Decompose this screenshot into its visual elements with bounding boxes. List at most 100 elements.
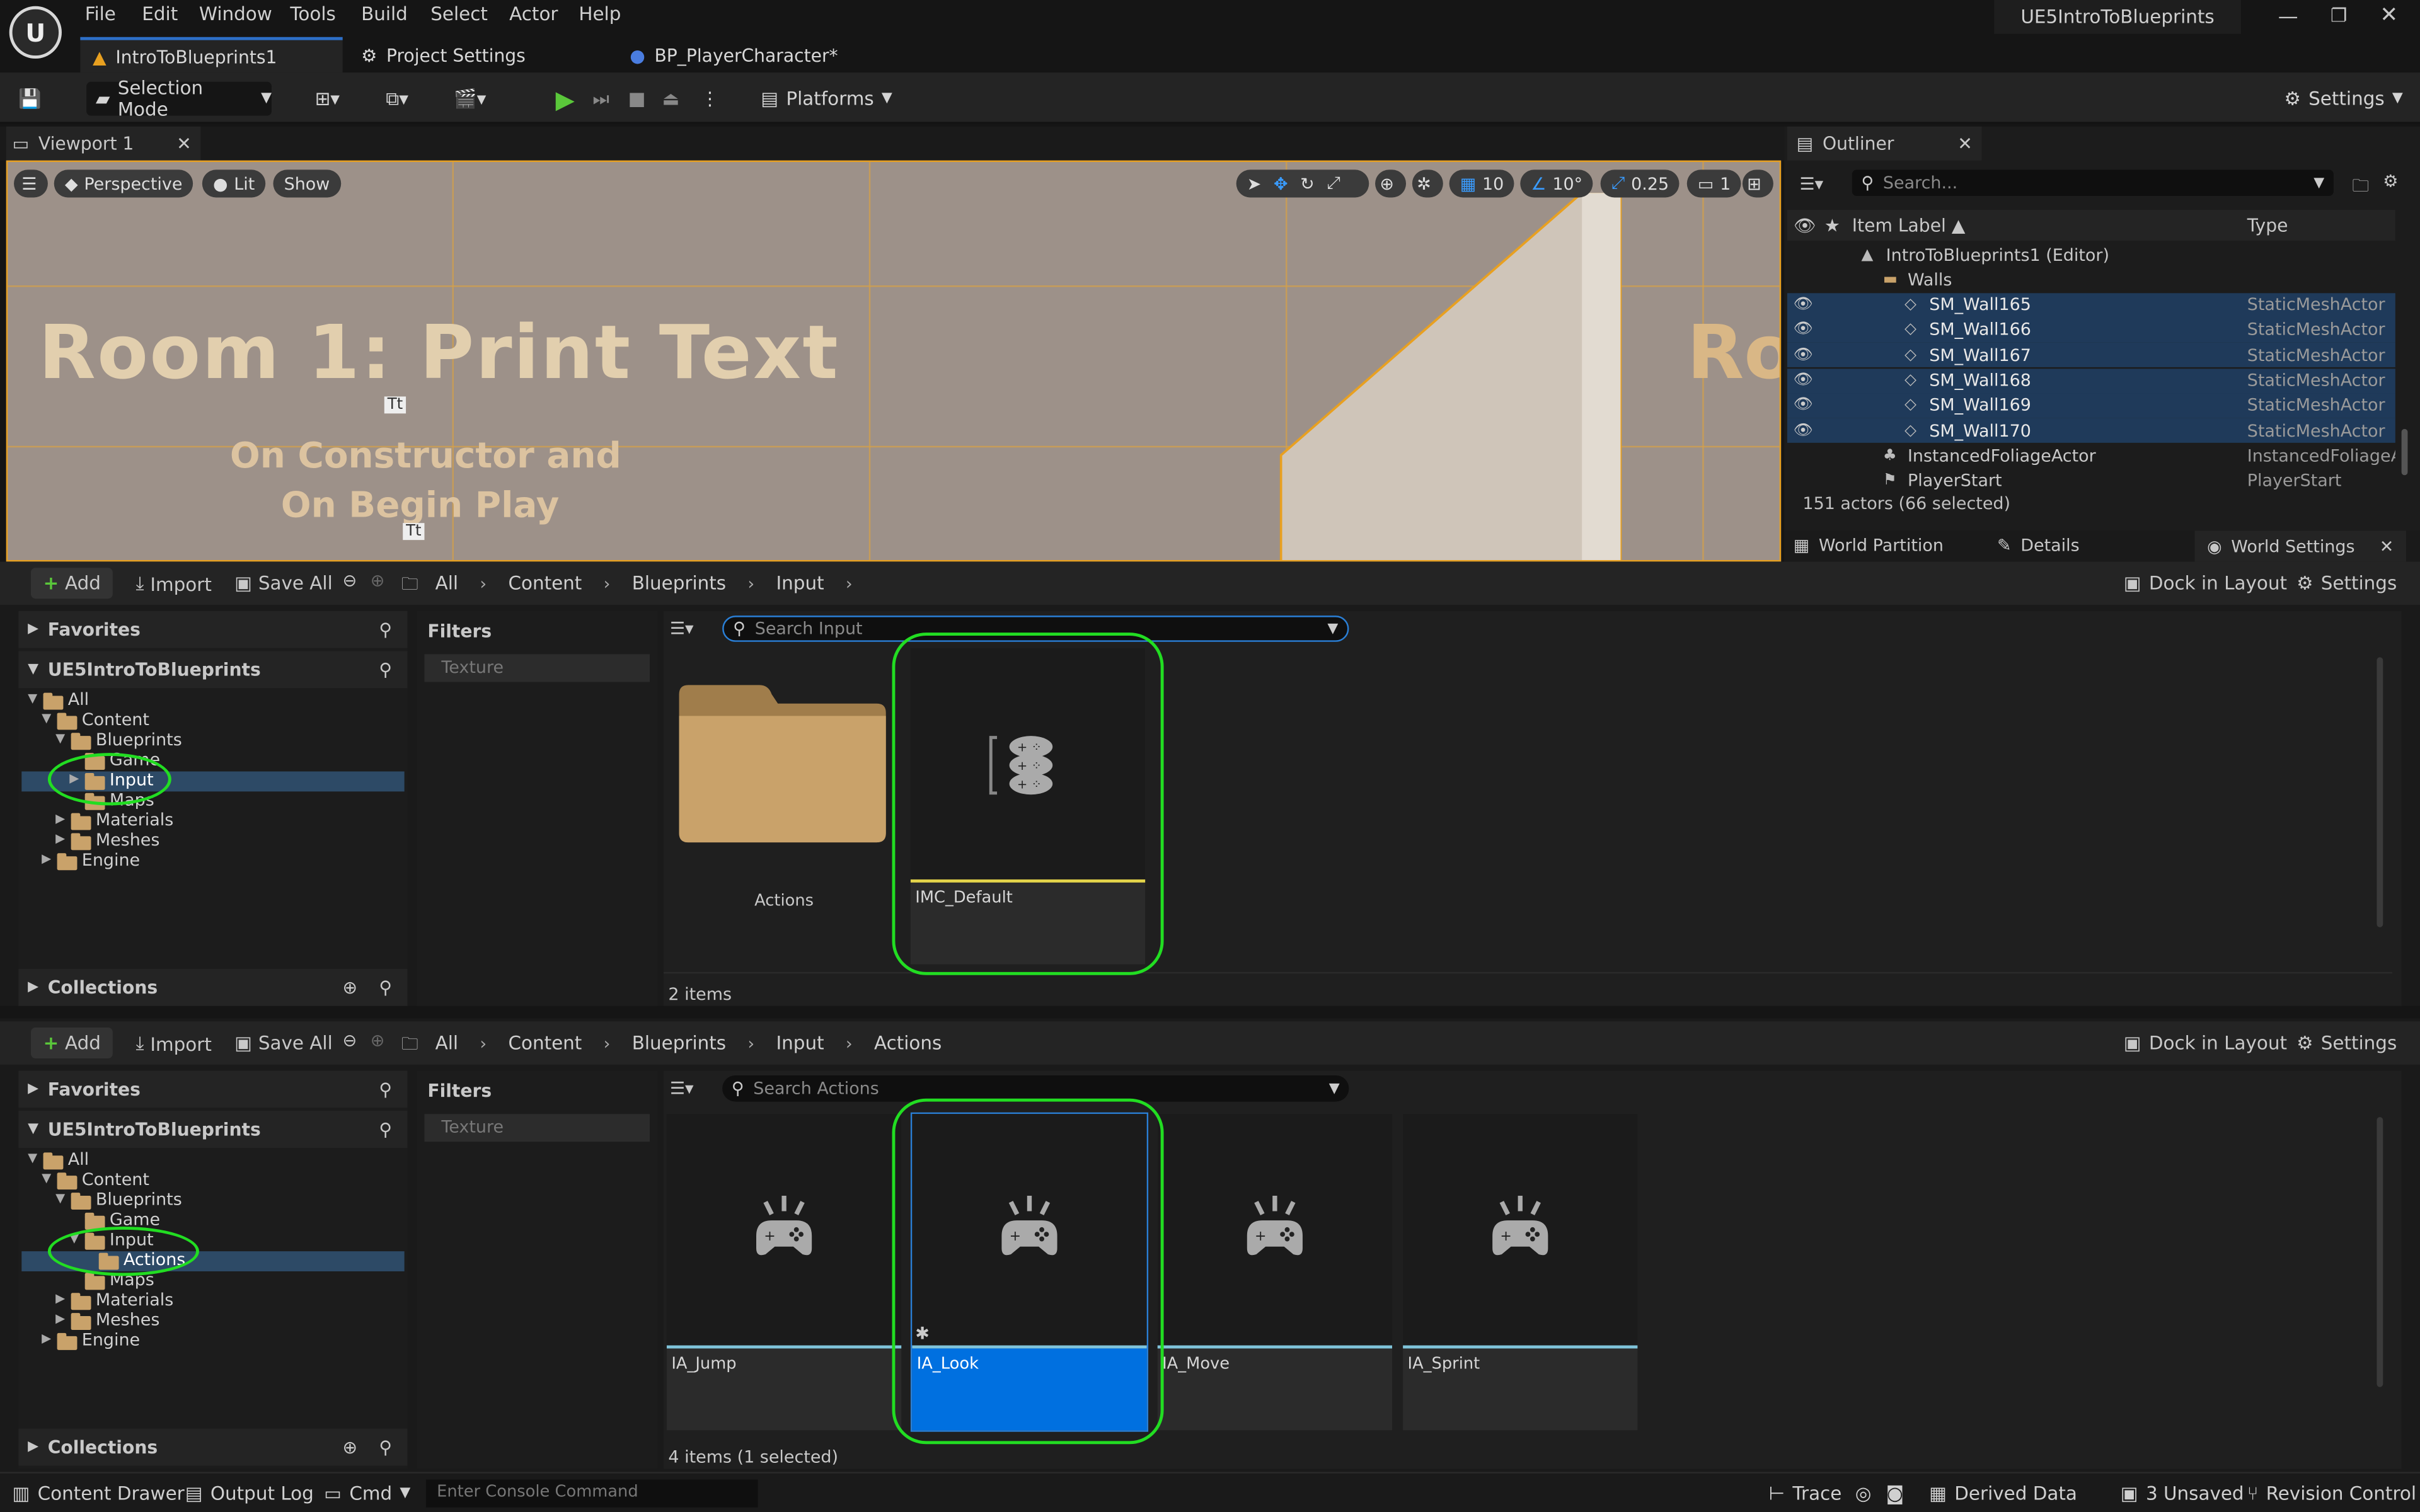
chevron-right-icon[interactable]: › [604, 573, 611, 593]
translate-tool-icon[interactable]: ✥ [1274, 174, 1288, 194]
visibility-icon[interactable]: 👁 [1794, 422, 1813, 439]
menu-tools[interactable]: Tools [290, 3, 335, 25]
history-back-icon[interactable]: ⊖ [343, 1031, 357, 1051]
tab-world-settings[interactable]: ◉ World Settings ✕ [2194, 530, 2406, 562]
outliner-row[interactable]: ▬ Walls [1787, 267, 2395, 292]
breadcrumb-item[interactable]: All [435, 573, 458, 594]
visibility-icon[interactable]: 👁 [1794, 346, 1813, 364]
platforms-dropdown[interactable]: ▤ Platforms ▼ [761, 82, 892, 116]
scale-tool-icon[interactable]: ⤢ [1327, 173, 1340, 194]
chevron-down-icon[interactable]: ▼ [28, 1151, 37, 1165]
tree-item[interactable]: ▶ Materials [21, 1290, 404, 1312]
visibility-icon[interactable]: 👁 [1794, 372, 1813, 389]
chevron-right-icon[interactable]: › [480, 573, 487, 593]
filter-icon[interactable]: ☰▾ [1800, 175, 1824, 195]
add-button[interactable]: + Add [30, 568, 113, 599]
save-all-button[interactable]: ▣ Save All [234, 573, 333, 594]
revision-control-button[interactable]: ⑂ Revision Control [2247, 1482, 2416, 1504]
surface-snap-icon[interactable]: ✲ [1412, 169, 1443, 198]
tree-item[interactable]: ▶ Meshes [21, 1310, 404, 1332]
add-collection-icon[interactable]: ⊕ [342, 1436, 357, 1458]
breadcrumb-item[interactable]: Blueprints [632, 573, 726, 594]
chevron-down-icon[interactable]: ▼ [28, 691, 37, 705]
cmd-dropdown[interactable]: ▭ Cmd ▼ [324, 1482, 410, 1504]
breadcrumb-item[interactable]: Content [508, 1032, 582, 1053]
chevron-right-icon[interactable]: ▶ [55, 1292, 65, 1305]
tab-level[interactable]: ▲ IntroToBlueprints1 [80, 37, 343, 73]
outliner-row[interactable]: 👁 ◇ SM_Wall170 StaticMeshActor [1787, 418, 2395, 444]
favorites-header[interactable]: ▶ Favorites ⚲ [18, 610, 408, 648]
scale-snap-button[interactable]: ⤢ 0.25 [1600, 169, 1680, 198]
folder-icon[interactable]: 🗀 [401, 1031, 418, 1060]
chevron-right-icon[interactable]: › [604, 1033, 611, 1053]
collections-header[interactable]: ▶ Collections ⊕ ⚲ [18, 1428, 408, 1466]
outliner-row[interactable]: 👁 ◇ SM_Wall167 StaticMeshActor [1787, 343, 2395, 368]
history-back-icon[interactable]: ⊖ [343, 571, 357, 591]
search-icon[interactable]: ⚲ [379, 659, 392, 680]
settings-button[interactable]: ⚙ Settings ▼ [2285, 82, 2403, 116]
history-forward-icon[interactable]: ⊕ [371, 571, 385, 591]
folder-icon[interactable]: 🗀 [401, 571, 418, 600]
minimize-icon[interactable]: — [2278, 6, 2298, 30]
chevron-right-icon[interactable]: › [846, 573, 853, 593]
chevron-right-icon[interactable]: › [747, 573, 754, 593]
history-forward-icon[interactable]: ⊕ [371, 1031, 385, 1051]
asset-tile-folder[interactable]: Actions [667, 657, 901, 973]
tree-item[interactable]: Maps [21, 1270, 404, 1292]
visibility-icon[interactable]: 👁 [1794, 296, 1813, 313]
text-render-icon[interactable]: Tt [384, 396, 406, 414]
pin-icon[interactable]: ★ [1824, 214, 1840, 236]
breadcrumb-item[interactable]: Content [508, 573, 582, 594]
add-actor-icon[interactable]: ⊞▾ [315, 82, 340, 116]
asset-view-scrollbar[interactable] [2377, 1117, 2383, 1387]
dock-in-layout-button[interactable]: ▣ Dock in Layout [2124, 573, 2287, 594]
search-icon[interactable]: ⚲ [379, 619, 392, 640]
tree-item[interactable]: ▼ All [21, 1150, 404, 1171]
close-icon[interactable]: ✕ [2380, 536, 2394, 556]
lit-button[interactable]: ● Lit [202, 169, 266, 198]
unsaved-button[interactable]: ▣ 3 Unsaved [2121, 1482, 2244, 1504]
dock-in-layout-button[interactable]: ▣ Dock in Layout [2124, 1032, 2287, 1053]
asset-tile-input-action[interactable]: + IA_Move [1157, 1114, 1392, 1431]
restore-icon[interactable]: ❐ [2331, 4, 2347, 26]
step-icon[interactable]: ⏭ [592, 82, 609, 116]
tree-item[interactable]: ▼ Content [21, 710, 404, 731]
layout-icon[interactable]: ⊞ [1742, 169, 1773, 198]
chevron-right-icon[interactable]: ▶ [42, 1331, 51, 1345]
screenshot-icon[interactable]: ◙ [1886, 1482, 1904, 1504]
menu-help[interactable]: Help [579, 3, 621, 25]
output-log-button[interactable]: ▤ Output Log [185, 1482, 314, 1504]
visibility-icon[interactable]: 👁 [1794, 397, 1813, 414]
stop-icon[interactable]: ■ [628, 82, 646, 116]
tab-project-settings[interactable]: ⚙ Project Settings [349, 37, 611, 72]
grid-snap-button[interactable]: ▦ 10 [1449, 169, 1515, 198]
viewport-menu-button[interactable]: ☰ [14, 169, 48, 198]
menu-window[interactable]: Window [199, 3, 272, 25]
eject-icon[interactable]: ⏏ [662, 82, 680, 116]
chevron-down-icon[interactable]: ▼ [42, 1171, 51, 1185]
chevron-down-icon[interactable]: ▼ [55, 1191, 65, 1205]
select-tool-icon[interactable]: ➤ [1247, 174, 1262, 194]
add-folder-icon[interactable]: 🗀 [2352, 173, 2369, 202]
collections-header[interactable]: ▶ Collections ⊕ ⚲ [18, 968, 408, 1006]
asset-view-scrollbar[interactable] [2377, 657, 2383, 927]
blueprint-icon[interactable]: ⧉▾ [386, 82, 408, 116]
column-type[interactable]: Type [2247, 214, 2288, 236]
search-icon[interactable]: ⚲ [379, 1079, 392, 1100]
world-space-icon[interactable]: ⊕ [1375, 169, 1407, 198]
breadcrumb-item[interactable]: Blueprints [632, 1032, 726, 1053]
perspective-button[interactable]: ◆ Perspective [54, 169, 193, 198]
outliner-row[interactable]: 👁 ◇ SM_Wall169 StaticMeshActor [1787, 392, 2395, 418]
selection-mode-dropdown[interactable]: ▰ Selection Mode ▼ [86, 77, 272, 120]
chevron-right-icon[interactable]: ▶ [42, 852, 51, 866]
asset-tile-input-action[interactable]: + IA_Sprint [1403, 1114, 1638, 1431]
breadcrumb-item[interactable]: Input [776, 573, 824, 594]
show-button[interactable]: Show [273, 169, 341, 198]
record-icon[interactable]: ◎ [1855, 1482, 1872, 1504]
menu-build[interactable]: Build [361, 3, 408, 25]
project-header[interactable]: ▼ UE5IntroToBlueprints ⚲ [18, 1111, 408, 1148]
search-icon[interactable]: ⚲ [379, 1436, 392, 1458]
rotate-tool-icon[interactable]: ↻ [1300, 174, 1315, 194]
add-collection-icon[interactable]: ⊕ [342, 976, 357, 998]
filter-chip-texture[interactable]: Texture [424, 654, 650, 682]
